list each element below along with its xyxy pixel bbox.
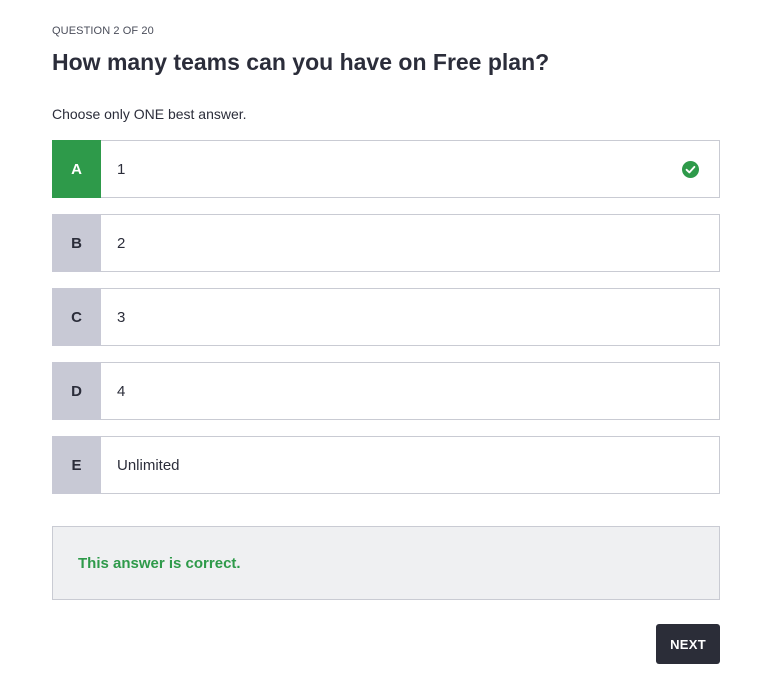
option-text: 1 [117,160,126,178]
option-letter: A [52,140,101,198]
option-letter: E [52,436,101,494]
answer-option-e[interactable]: E Unlimited [52,436,720,494]
answer-feedback-text: This answer is correct. [78,554,241,572]
option-text: 3 [117,308,126,326]
option-letter: B [52,214,101,272]
answer-option-a[interactable]: A 1 [52,140,720,198]
answer-option-d[interactable]: D 4 [52,362,720,420]
answer-options: A 1 B 2 C 3 D 4 E Unlimited [52,140,720,510]
option-text: 4 [117,382,126,400]
answer-option-c[interactable]: C 3 [52,288,720,346]
option-letter: D [52,362,101,420]
option-text: Unlimited [117,456,180,474]
option-letter: C [52,288,101,346]
question-progress: QUESTION 2 OF 20 [52,25,154,37]
answer-instruction: Choose only ONE best answer. [52,106,247,122]
check-circle-icon [682,161,699,178]
answer-option-b[interactable]: B 2 [52,214,720,272]
answer-feedback-panel: This answer is correct. [52,526,720,600]
question-title: How many teams can you have on Free plan… [52,49,550,75]
option-text: 2 [117,234,126,252]
next-button[interactable]: NEXT [656,624,720,664]
